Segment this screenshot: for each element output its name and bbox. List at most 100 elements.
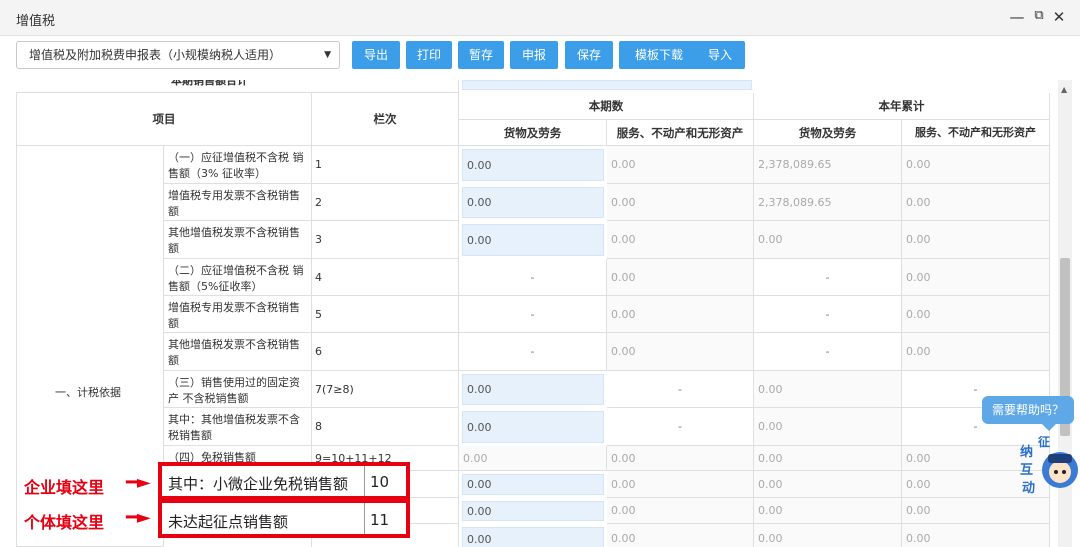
app-window: 增值税 — ⧉ ✕ 增值税及附加税费申报表（小规模纳税人适用） ▼ 导出 打印 … [0,0,1080,547]
value-input[interactable]: 0.00 [462,527,604,547]
partial-row-value[interactable] [462,80,752,90]
svg-text:动: 动 [1022,481,1035,496]
row-col-number: 4 [312,259,459,296]
value-cell: 0.00 [607,296,754,333]
value-cell: - [459,333,607,371]
value-cell: - [754,259,902,296]
header-ytd-goods: 货物及劳务 [754,120,902,146]
help-button[interactable]: 需要帮助吗？ [982,396,1074,431]
row-item-label: （三）销售使用过的固定资产 不含税销售额 [164,371,312,408]
value-cell: 0.00 [607,259,754,296]
value-cell: 0.00 [754,371,902,408]
value-cell: - [607,408,754,446]
row-col-number: 2 [312,184,459,221]
arrow-right-icon: ━► [126,507,151,528]
value-cell: 0.00 [902,259,1050,296]
value-input[interactable]: 0.00 [462,187,604,218]
value-cell: 0.00 [459,446,607,471]
value-cell: 0.00 [902,184,1050,221]
section-label: 一、计税依据 [55,386,121,399]
highlight-box-enterprise: 其中：小微企业免税销售额 10 [158,462,410,500]
value-cell: - [459,259,607,296]
row-item-label: 其他增值税发票不含税销售额 [164,221,312,259]
value-cell: - [754,333,902,371]
header-current-period: 本期数 [459,93,754,120]
highlight-box-individual: 未达起征点销售额 11 [158,499,410,538]
header-goods: 货物及劳务 [459,120,607,146]
row-col-number: 1 [312,146,459,184]
value-cell: 0.00 [754,408,902,446]
value-cell: 0.00 [754,221,902,259]
header-ytd-services: 服务、不动产和无形资产 [902,120,1050,146]
scroll-up-icon[interactable]: ▲ [1061,85,1067,94]
declare-button[interactable]: 申报 [510,41,558,69]
close-icon[interactable]: ✕ [1050,8,1068,26]
value-cell: 0.00 [607,221,754,259]
row-col-number: 6 [312,333,459,371]
arrow-right-icon: ━► [126,472,151,493]
import-button[interactable]: 导入 [695,41,745,69]
export-button[interactable]: 导出 [352,41,400,69]
value-cell: - [459,296,607,333]
value-cell: 0.00 [754,498,902,524]
row-item-label: （一）应征增值税不含税 销售额（3% 征收率） [164,146,312,184]
value-cell: 0.00 [902,221,1050,259]
svg-text:征: 征 [1038,436,1050,449]
title-bar: 增值税 — ⧉ ✕ [0,0,1080,36]
minimize-icon[interactable]: — [1008,8,1026,26]
value-cell: 0.00 [902,333,1050,371]
temp-save-button[interactable]: 暂存 [458,41,504,69]
value-cell: - [607,371,754,408]
row-item-label: 其中：其他增值税发票不含税销售额 [164,408,312,446]
chevron-down-icon: ▼ [324,50,331,60]
value-input[interactable]: 0.00 [462,374,604,405]
value-cell: 0.00 [607,146,754,184]
annotation-enterprise: 企业填这里 [24,478,105,497]
print-button[interactable]: 打印 [406,41,452,69]
mascot-icon[interactable]: 纳 征 互 动 [1018,434,1080,498]
value-cell: 0.00 [754,471,902,498]
value-cell: 0.00 [754,446,902,471]
save-button[interactable]: 保存 [565,41,613,69]
header-services: 服务、不动产和无形资产 [607,120,754,146]
svg-text:互: 互 [1020,463,1033,478]
annotation-individual: 个体填这里 [24,513,105,532]
value-input[interactable]: 0.00 [462,149,604,181]
value-cell: 2,378,089.65 [754,146,902,184]
value-cell: 0.00 [607,498,754,524]
value-input[interactable]: 0.00 [462,411,604,443]
row-item-label: 增值税专用发票不含税销售额 [164,184,312,221]
value-cell: 0.00 [902,146,1050,184]
value-cell: 0.00 [902,498,1050,524]
row-col-number: 3 [312,221,459,259]
value-cell: - [754,296,902,333]
svg-text:纳: 纳 [1020,444,1033,460]
header-item: 项目 [16,93,312,146]
value-input[interactable]: 0.00 [462,474,604,495]
toolbar: 增值税及附加税费申报表（小规模纳税人适用） ▼ 导出 打印 暂存 申报 保存 模… [0,36,1080,78]
value-cell: 0.00 [607,524,754,547]
partial-row-label: 本期销售额合计 [16,80,459,93]
header-ytd: 本年累计 [754,93,1050,120]
value-input[interactable]: 0.00 [462,501,604,521]
row-col-number: 7(7≥8) [312,371,459,408]
row-item-label: 增值税专用发票不含税销售额 [164,296,312,333]
value-cell: 0.00 [754,524,902,547]
row-col-number: 8 [312,408,459,446]
form-type-select[interactable]: 增值税及附加税费申报表（小规模纳税人适用） ▼ [16,41,340,69]
template-download-button[interactable]: 模板下载 [619,41,699,69]
value-cell: 0.00 [607,333,754,371]
row-col-number: 5 [312,296,459,333]
row-item-label: 其他增值税发票不含税销售额 [164,333,312,371]
row-item-label: （二）应征增值税不含税 销售额（5%征收率） [164,259,312,296]
value-cell: 0.00 [607,446,754,471]
value-cell: 0.00 [607,471,754,498]
restore-icon[interactable]: ⧉ [1030,8,1048,23]
value-cell: 0.00 [902,524,1050,547]
value-cell: 0.00 [607,184,754,221]
value-cell: 0.00 [902,296,1050,333]
form-type-value: 增值税及附加税费申报表（小规模纳税人适用） [29,48,282,62]
value-input[interactable]: 0.00 [462,224,604,256]
header-col: 栏次 [312,93,459,146]
window-title: 增值税 [16,14,56,29]
